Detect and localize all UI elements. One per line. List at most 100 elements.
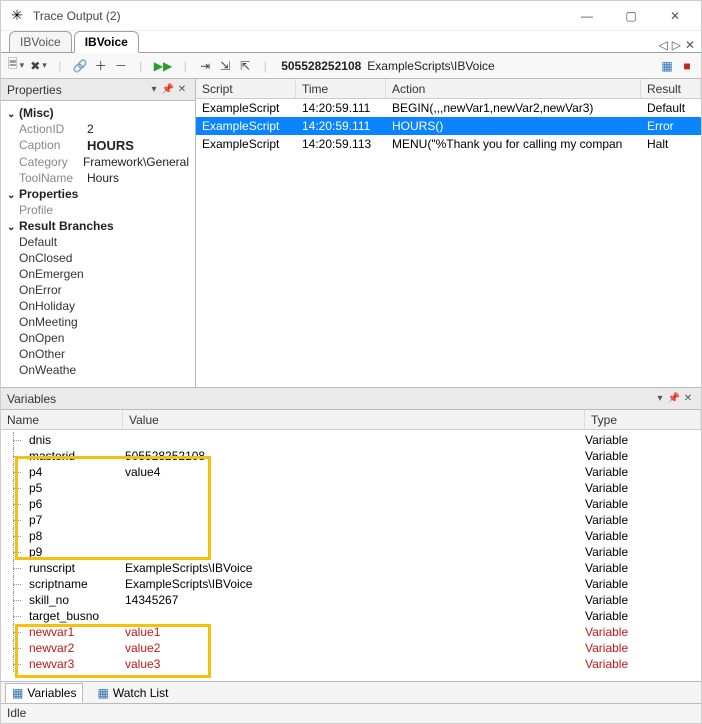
variable-row[interactable]: newvar1value1Variable — [1, 624, 701, 640]
run-button[interactable]: ▶▶ — [151, 56, 175, 76]
trace-cell-result: Halt — [641, 136, 701, 152]
step-out-icon[interactable]: ⇱ — [235, 56, 255, 76]
var-type: Variable — [585, 433, 701, 447]
var-close-icon[interactable]: ✕ — [681, 393, 695, 404]
grid-icon[interactable]: ▦ — [657, 56, 677, 76]
properties-title: Properties — [7, 83, 62, 97]
trace-row[interactable]: ExampleScript14:20:59.111BEGIN(,,,newVar… — [196, 99, 701, 117]
pin-icon[interactable]: 📌 — [161, 84, 175, 95]
panel-close-icon[interactable]: ✕ — [175, 84, 189, 95]
tab-ibvoice-1[interactable]: IBVoice — [9, 31, 72, 53]
prop-value: Framework\General — [83, 155, 189, 169]
script-path: ExampleScripts\IBVoice — [367, 59, 494, 73]
var-value: value3 — [123, 657, 585, 671]
variable-row[interactable]: runscriptExampleScripts\IBVoiceVariable — [1, 560, 701, 576]
col-action[interactable]: Action — [386, 79, 641, 98]
var-name: skill_no — [27, 593, 123, 607]
result-branch[interactable]: OnHoliday — [3, 298, 193, 314]
tabs-prev-button[interactable]: ◁ — [658, 38, 667, 52]
variables-title: Variables — [7, 392, 56, 406]
var-name: target_busno — [27, 609, 123, 623]
trace-cell-script: ExampleScript — [196, 136, 296, 152]
prop-row[interactable]: ActionID2 — [3, 121, 193, 137]
tree-guide-icon — [1, 480, 27, 496]
var-name: masterid — [27, 449, 123, 463]
var-type: Variable — [585, 529, 701, 543]
col-script[interactable]: Script — [196, 79, 296, 98]
result-branch[interactable]: OnMeeting — [3, 314, 193, 330]
trace-cell-action: HOURS() — [386, 118, 641, 134]
prop-group[interactable]: Result Branches — [3, 218, 193, 234]
var-col-type[interactable]: Type — [585, 410, 701, 429]
tree-guide-icon — [1, 512, 27, 528]
prop-group[interactable]: Properties — [3, 186, 193, 202]
trace-row[interactable]: ExampleScript14:20:59.111HOURS()Error — [196, 117, 701, 135]
result-branch[interactable]: Default — [3, 234, 193, 250]
variable-row[interactable]: p9Variable — [1, 544, 701, 560]
trace-cell-time: 14:20:59.111 — [296, 118, 386, 134]
tools-dropdown[interactable]: ✖ — [27, 56, 50, 76]
result-branch[interactable]: OnError — [3, 282, 193, 298]
col-time[interactable]: Time — [296, 79, 386, 98]
maximize-button[interactable]: ▢ — [609, 2, 653, 30]
result-branch[interactable]: OnEmergen — [3, 266, 193, 282]
minimize-button[interactable]: — — [565, 2, 609, 30]
tab-watch-list[interactable]: ▦ Watch List — [91, 684, 174, 702]
variable-row[interactable]: skill_no14345267Variable — [1, 592, 701, 608]
var-col-value[interactable]: Value — [123, 410, 585, 429]
variable-row[interactable]: target_busnoVariable — [1, 608, 701, 624]
link-icon[interactable]: 🔗 — [70, 56, 91, 76]
add-button[interactable]: ＋ — [91, 56, 111, 76]
tree-guide-icon — [1, 608, 27, 624]
var-name: scriptname — [27, 577, 123, 591]
stop-button[interactable]: ■ — [677, 56, 697, 76]
result-branch[interactable]: OnWeathe — [3, 362, 193, 378]
close-button[interactable]: ✕ — [653, 2, 697, 30]
result-branch[interactable]: OnOther — [3, 346, 193, 362]
result-branch[interactable]: OnClosed — [3, 250, 193, 266]
variable-row[interactable]: p7Variable — [1, 512, 701, 528]
prop-value: HOURS — [87, 138, 189, 153]
var-type: Variable — [585, 449, 701, 463]
variable-row[interactable]: dnisVariable — [1, 432, 701, 448]
variable-row[interactable]: newvar3value3Variable — [1, 656, 701, 672]
tab-ibvoice-2[interactable]: IBVoice — [74, 31, 139, 53]
step-into-icon[interactable]: ⇲ — [215, 56, 235, 76]
prop-row[interactable]: CategoryFramework\General — [3, 154, 193, 170]
open-dropdown[interactable]: 🗏 — [5, 56, 27, 76]
tabs-next-button[interactable]: ▷ — [672, 38, 681, 52]
tree-guide-icon — [1, 624, 27, 640]
variable-row[interactable]: p8Variable — [1, 528, 701, 544]
var-type: Variable — [585, 481, 701, 495]
app-icon: ✳ — [9, 8, 25, 24]
variable-row[interactable]: p6Variable — [1, 496, 701, 512]
prop-row[interactable]: ToolNameHours — [3, 170, 193, 186]
prop-row[interactable]: CaptionHOURS — [3, 137, 193, 154]
variable-row[interactable]: newvar2value2Variable — [1, 640, 701, 656]
variable-row[interactable]: masterid505528252108Variable — [1, 448, 701, 464]
prop-value — [87, 203, 189, 217]
remove-button[interactable]: － — [111, 56, 131, 76]
var-col-name[interactable]: Name — [1, 410, 123, 429]
var-value: value4 — [123, 465, 585, 479]
trace-row[interactable]: ExampleScript14:20:59.113MENU("%Thank yo… — [196, 135, 701, 153]
document-tabs: IBVoice IBVoice ◁ ▷ ✕ — [1, 31, 701, 53]
properties-panel: Properties ▾ 📌 ✕ (Misc)ActionID2CaptionH… — [1, 79, 196, 387]
var-type: Variable — [585, 545, 701, 559]
var-pin-icon[interactable]: 📌 — [667, 393, 681, 404]
tree-guide-icon — [1, 496, 27, 512]
var-type: Variable — [585, 577, 701, 591]
tabs-close-button[interactable]: ✕ — [685, 38, 695, 52]
panel-dropdown-icon[interactable]: ▾ — [147, 84, 161, 95]
step-over-icon[interactable]: ⇥ — [195, 56, 215, 76]
tab-variables[interactable]: ▦ Variables — [5, 683, 83, 703]
trace-cell-script: ExampleScript — [196, 100, 296, 116]
var-panel-dropdown-icon[interactable]: ▾ — [653, 393, 667, 404]
col-result[interactable]: Result — [641, 79, 701, 98]
result-branch[interactable]: OnOpen — [3, 330, 193, 346]
variable-row[interactable]: p5Variable — [1, 480, 701, 496]
prop-group[interactable]: (Misc) — [3, 105, 193, 121]
prop-row[interactable]: Profile — [3, 202, 193, 218]
variable-row[interactable]: scriptnameExampleScripts\IBVoiceVariable — [1, 576, 701, 592]
variable-row[interactable]: p4value4Variable — [1, 464, 701, 480]
